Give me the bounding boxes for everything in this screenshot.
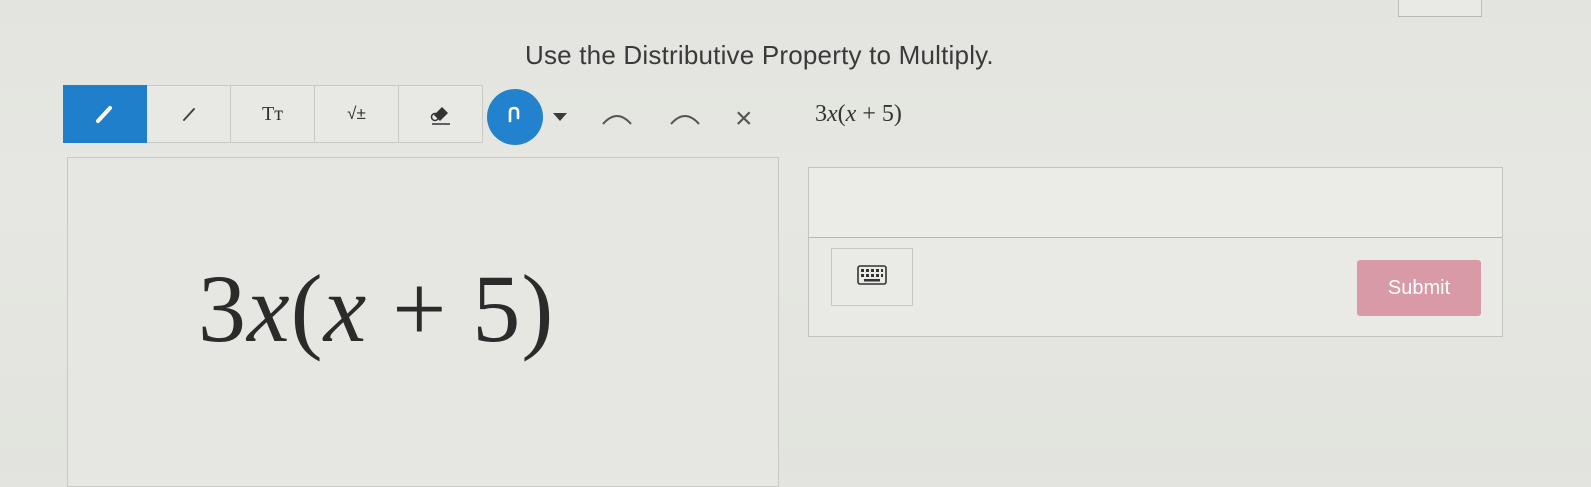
clear-button[interactable]: × bbox=[735, 104, 753, 134]
math-tool-button[interactable]: √± bbox=[315, 85, 399, 143]
line-icon bbox=[178, 103, 200, 125]
top-tab[interactable] bbox=[1398, 0, 1482, 17]
page-title: Use the Distributive Property to Multipl… bbox=[525, 40, 994, 70]
eraser-tool-button[interactable] bbox=[399, 85, 483, 143]
answer-input[interactable] bbox=[809, 168, 1502, 238]
eraser-icon bbox=[426, 101, 456, 127]
problem-expression: 3x(x + 5) bbox=[198, 255, 555, 362]
sqrt-icon: √± bbox=[347, 104, 366, 123]
redo-icon bbox=[503, 103, 527, 132]
toolbar-expression: 3x(x + 5) bbox=[815, 101, 902, 127]
keyboard-button[interactable] bbox=[831, 248, 913, 306]
chevron-down-icon[interactable] bbox=[553, 113, 567, 121]
redo-control bbox=[487, 89, 567, 145]
undo-arc-icon[interactable] bbox=[600, 110, 634, 131]
text-tool-button[interactable]: Tт bbox=[231, 85, 315, 143]
work-area[interactable]: 3x(x + 5) bbox=[67, 157, 779, 487]
pen-tool-button[interactable] bbox=[63, 85, 147, 143]
redo-button[interactable] bbox=[487, 89, 543, 145]
pen-icon bbox=[94, 103, 116, 125]
drawing-toolbar: Tт √± bbox=[63, 85, 483, 143]
text-icon: Tт bbox=[262, 102, 283, 125]
keyboard-icon bbox=[857, 264, 887, 291]
redo-arc-icon[interactable] bbox=[668, 110, 702, 131]
submit-button[interactable]: Submit bbox=[1357, 260, 1481, 316]
answer-panel: Submit bbox=[808, 167, 1503, 337]
line-tool-button[interactable] bbox=[147, 85, 231, 143]
